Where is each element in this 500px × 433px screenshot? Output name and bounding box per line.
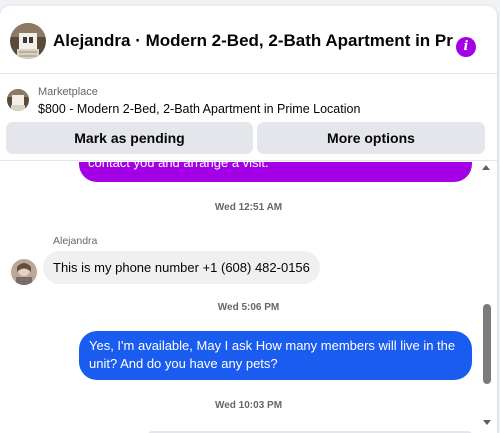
message-list: contact you and arrange a visit. Wed 12:…	[0, 162, 497, 433]
incoming-message-bubble[interactable]: This is my phone number +1 (608) 482-015…	[43, 251, 320, 284]
outgoing-message-bubble[interactable]: contact you and arrange a visit.	[79, 162, 472, 182]
sender-name: Alejandra	[53, 235, 98, 247]
listing-avatar[interactable]	[10, 23, 46, 59]
message-text: contact you and arrange a visit.	[88, 162, 269, 170]
scroll-down-arrow-icon[interactable]	[483, 420, 491, 425]
marketplace-bar: Marketplace $800 - Modern 2-Bed, 2-Bath …	[0, 75, 497, 161]
listing-thumbnail[interactable]	[7, 89, 29, 111]
timestamp: Wed 10:03 PM	[214, 400, 283, 411]
marketplace-label: Marketplace	[38, 86, 98, 98]
listing-title[interactable]: $800 - Modern 2-Bed, 2-Bath Apartment in…	[38, 102, 360, 116]
scroll-up-arrow-icon[interactable]	[482, 165, 490, 170]
info-icon[interactable]: i	[456, 37, 476, 57]
avatar[interactable]	[11, 259, 37, 285]
scrollbar[interactable]	[480, 162, 494, 433]
chat-window: Alejandra · Modern 2-Bed, 2-Bath Apartme…	[0, 6, 497, 433]
mark-as-pending-button[interactable]: Mark as pending	[6, 122, 253, 154]
chat-header: Alejandra · Modern 2-Bed, 2-Bath Apartme…	[0, 6, 497, 74]
timestamp: Wed 12:51 AM	[214, 202, 283, 213]
chat-title[interactable]: Alejandra · Modern 2-Bed, 2-Bath Apartme…	[53, 31, 453, 51]
timestamp: Wed 5:06 PM	[217, 302, 280, 313]
outgoing-message-bubble[interactable]: Yes, I'm available, May I ask How many m…	[79, 331, 472, 380]
more-options-button[interactable]: More options	[257, 122, 485, 154]
scroll-thumb[interactable]	[483, 304, 491, 384]
